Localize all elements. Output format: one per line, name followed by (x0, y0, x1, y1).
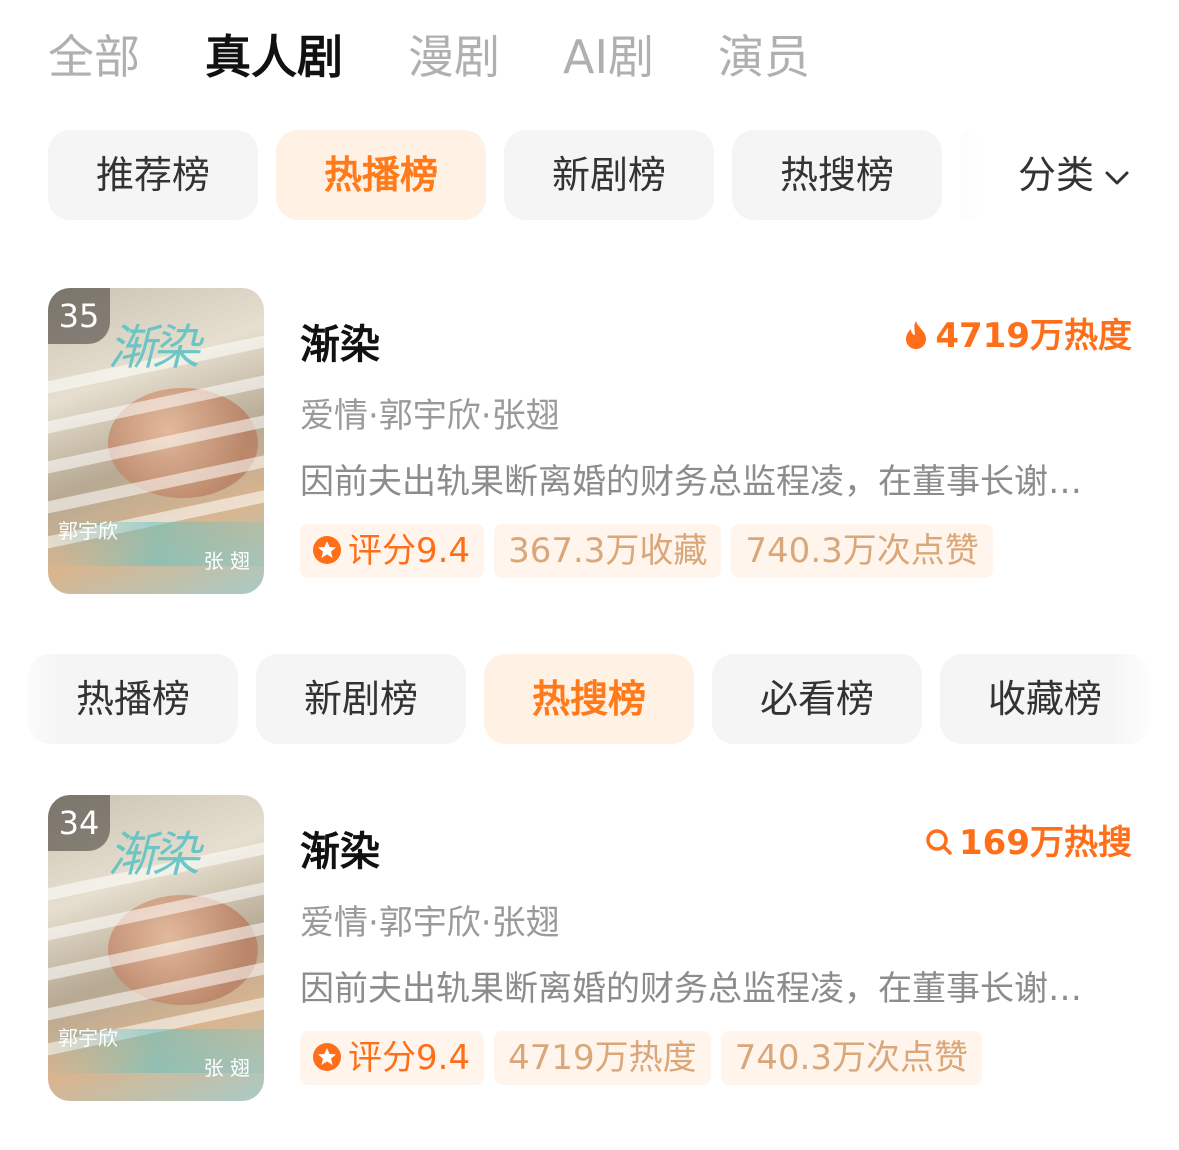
heat-metric: 4719万热度 (903, 312, 1132, 360)
drama-tags: 评分9.4 367.3万收藏 740.3万次点赞 (300, 524, 1003, 578)
top-tab-bar: 全部 真人剧 漫剧 AI剧 演员 (0, 22, 1179, 92)
drama-description: 因前夫出轨果断离婚的财务总监程凌，在董事长谢… (300, 969, 1082, 1009)
score-tag: 评分9.4 (300, 1031, 485, 1085)
heat-tag: 4719万热度 (494, 1031, 711, 1085)
chip-recommended[interactable]: 推荐榜 (48, 130, 258, 220)
scroll-fade-left (0, 654, 60, 744)
search-metric: 169万热搜 (925, 819, 1132, 867)
poster-logo: 渐染 (108, 827, 200, 883)
drama-poster[interactable]: 渐染 郭宇欣 张 翅 35 (48, 288, 264, 594)
search-value: 169万热搜 (959, 823, 1132, 863)
rank-badge: 34 (48, 795, 110, 851)
chip-new-drama[interactable]: 新剧榜 (256, 654, 466, 744)
poster-actor-1: 郭宇欣 (58, 1026, 118, 1050)
category-button[interactable]: 分类 (1018, 130, 1130, 220)
chip-must-watch[interactable]: 必看榜 (712, 654, 922, 744)
tab-actors[interactable]: 演员 (718, 22, 810, 92)
chip-hot-search[interactable]: 热搜榜 (484, 654, 694, 744)
poster-logo: 渐染 (108, 320, 200, 376)
drama-card[interactable]: 渐染 郭宇欣 张 翅 34 渐染 169万热搜 爱情·郭宇欣·张翅 因前夫出轨果… (48, 795, 1138, 1101)
favorites-tag: 367.3万收藏 (494, 524, 722, 578)
drama-title[interactable]: 渐染 (300, 819, 380, 877)
chevron-down-icon (1105, 171, 1129, 184)
chip-new-drama[interactable]: 新剧榜 (504, 130, 714, 220)
flame-icon (906, 320, 927, 349)
drama-tags: 评分9.4 4719万热度 740.3万次点赞 (300, 1031, 992, 1085)
ranking-chip-row-1: 推荐榜 热播榜 新剧榜 热搜榜 分类 (0, 130, 1179, 220)
drama-card[interactable]: 渐染 郭宇欣 张 翅 35 渐染 4719万热度 爱情·郭宇欣·张翅 因前夫出轨… (48, 288, 1138, 594)
score-tag: 评分9.4 (300, 524, 485, 578)
likes-tag: 740.3万次点赞 (720, 1031, 982, 1085)
poster-actor-2: 张 翅 (203, 1056, 250, 1080)
tab-ai[interactable]: AI剧 (563, 22, 654, 92)
tab-all[interactable]: 全部 (48, 22, 140, 92)
rank-badge: 35 (48, 288, 110, 344)
drama-meta: 爱情·郭宇欣·张翅 (300, 396, 560, 436)
likes-tag: 740.3万次点赞 (731, 524, 993, 578)
scroll-fade (950, 130, 990, 220)
drama-poster[interactable]: 渐染 郭宇欣 张 翅 34 (48, 795, 264, 1101)
drama-meta: 爱情·郭宇欣·张翅 (300, 903, 560, 943)
heat-value: 4719万热度 (935, 316, 1132, 356)
poster-actor-1: 郭宇欣 (58, 519, 118, 543)
ranking-chip-row-2: 热播榜 新剧榜 热搜榜 必看榜 收藏榜 (0, 654, 1179, 744)
scroll-fade-right (1110, 654, 1179, 744)
tab-comic[interactable]: 漫剧 (408, 22, 500, 92)
poster-actor-2: 张 翅 (203, 549, 250, 573)
category-label: 分类 (1018, 153, 1095, 197)
chip-hot-playing[interactable]: 热播榜 (276, 130, 486, 220)
star-badge-icon (313, 1042, 341, 1071)
search-icon (926, 828, 952, 855)
drama-title[interactable]: 渐染 (300, 312, 380, 370)
chip-hot-search[interactable]: 热搜榜 (732, 130, 942, 220)
drama-description: 因前夫出轨果断离婚的财务总监程凌，在董事长谢… (300, 462, 1082, 502)
star-badge-icon (313, 535, 341, 564)
tab-live-action[interactable]: 真人剧 (205, 22, 343, 92)
